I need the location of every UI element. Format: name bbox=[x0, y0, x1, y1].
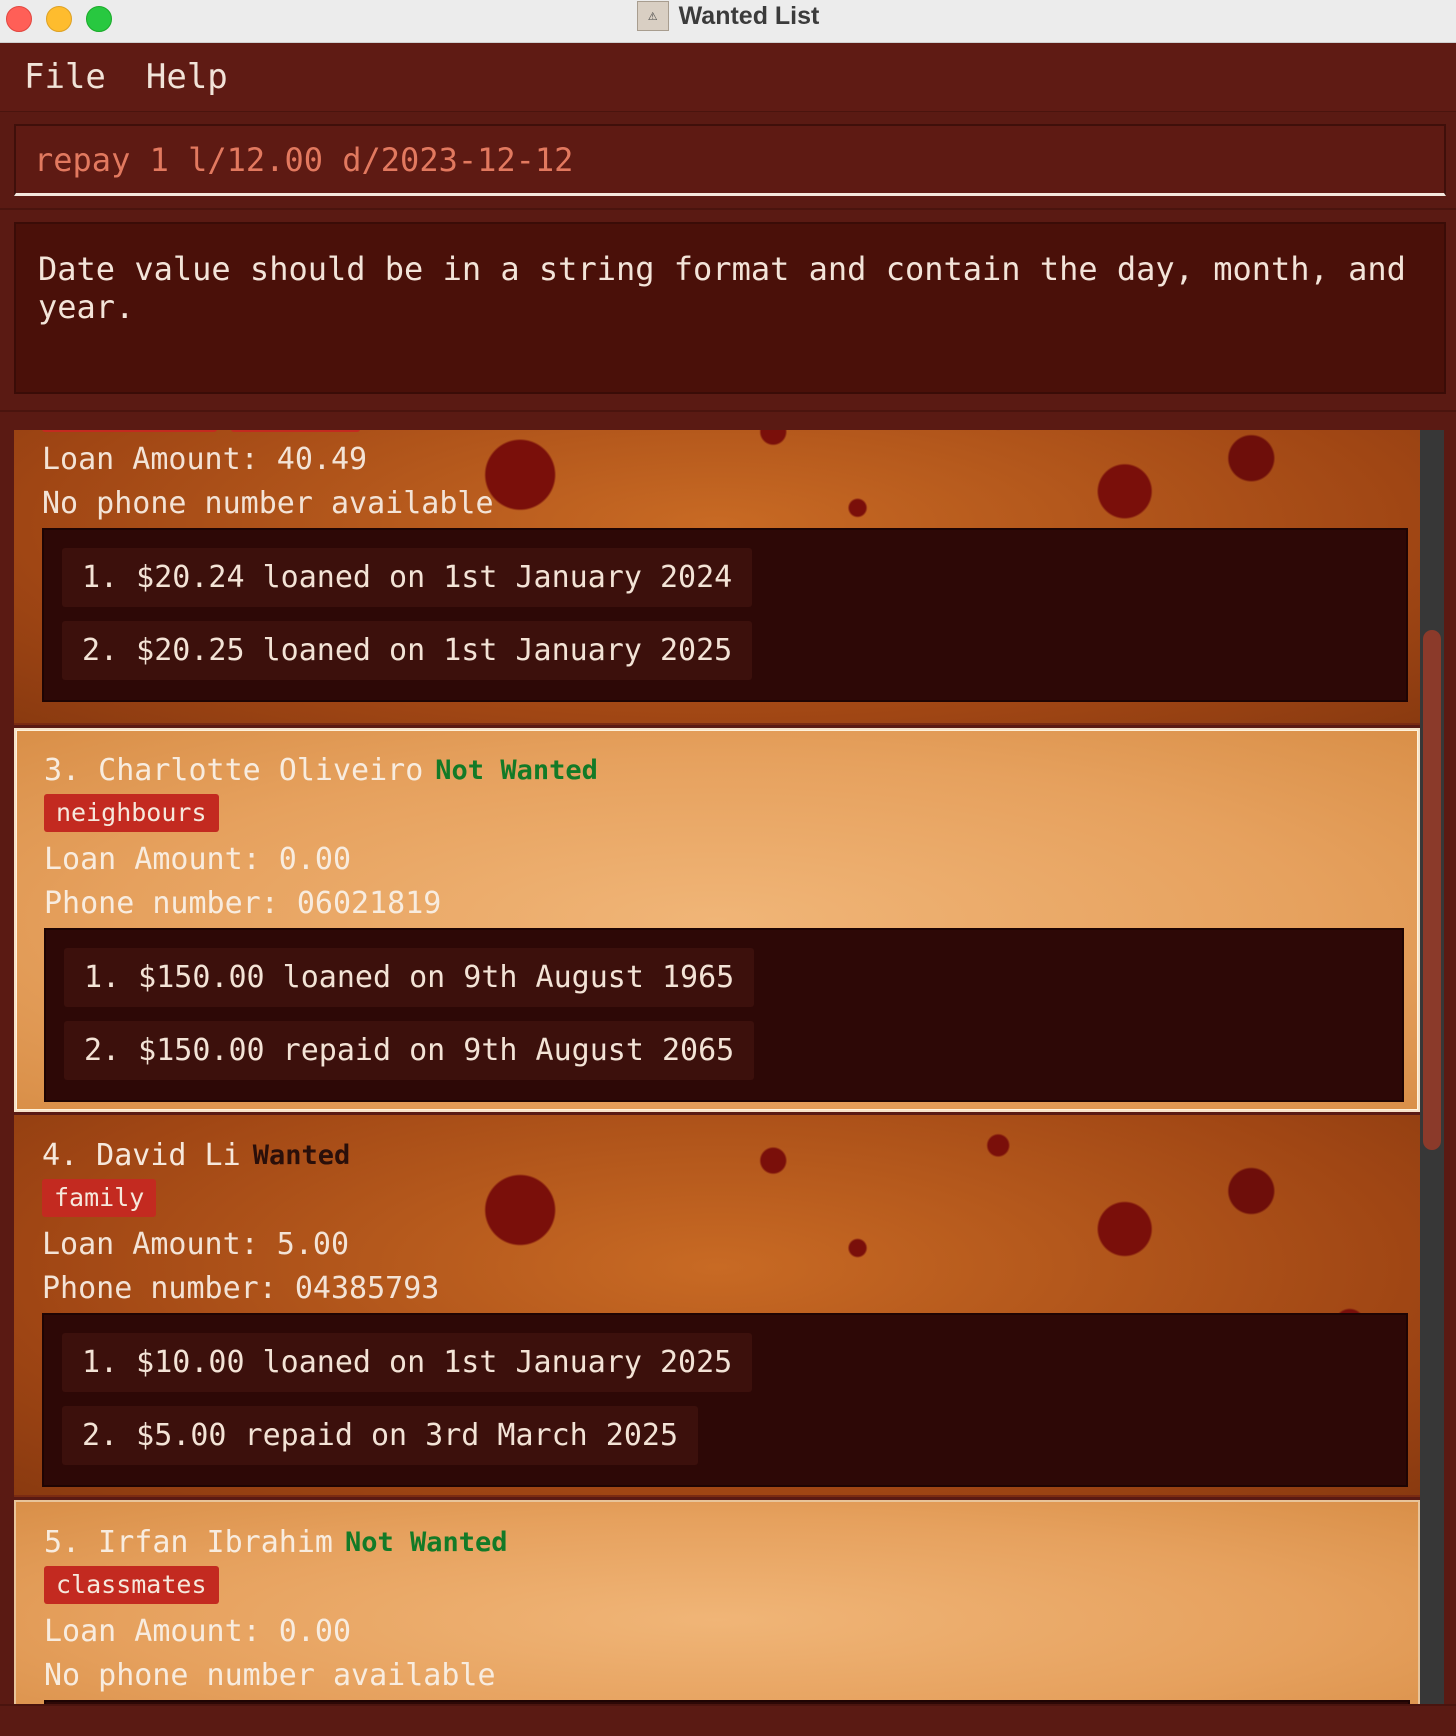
window-titlebar: ⚠ Wanted List bbox=[0, 0, 1456, 43]
phone-number: No phone number available bbox=[42, 486, 494, 521]
person-header: 3. Charlotte Oliveiro Not Wanted bbox=[44, 750, 1390, 790]
person-header: 4. David Li Wanted bbox=[42, 1135, 1392, 1175]
list-scrollbar[interactable] bbox=[1420, 430, 1444, 1704]
phone-number: Phone number: 04385793 bbox=[42, 1271, 440, 1306]
phone-number: Phone number: 06021819 bbox=[44, 886, 442, 921]
tag: classmates bbox=[44, 1566, 219, 1604]
menu-bar: File Help bbox=[0, 43, 1456, 113]
person-list-viewport[interactable]: colleagues friends Loan Amount: 40.49 No… bbox=[14, 430, 1420, 1704]
loan-history: 1. $10.00 loaned on 1st January 2025 2. … bbox=[42, 1313, 1408, 1487]
tag-list: colleagues friends bbox=[42, 430, 1392, 434]
status-badge: Wanted bbox=[252, 1139, 351, 1171]
loan-amount: Loan Amount: 0.00 bbox=[44, 1614, 352, 1649]
loan-entry: 1. $150.00 loaned on 9th August 1965 bbox=[64, 948, 755, 1007]
loan-entry: 2. $150.00 repaid on 9th August 2065 bbox=[64, 1021, 755, 1080]
person-card[interactable]: colleagues friends Loan Amount: 40.49 No… bbox=[14, 430, 1420, 725]
window-title-group: ⚠ Wanted List bbox=[0, 0, 1456, 32]
loan-amount: Loan Amount: 0.00 bbox=[44, 842, 352, 877]
person-card[interactable]: 5. Irfan Ibrahim Not Wanted classmates L… bbox=[14, 1500, 1420, 1704]
scrollbar-thumb[interactable] bbox=[1423, 630, 1441, 1150]
tag: friends bbox=[230, 430, 360, 432]
window-title: Wanted List bbox=[678, 1, 820, 30]
result-message: Date value should be in a string format … bbox=[14, 222, 1446, 394]
tag: family bbox=[42, 1179, 157, 1217]
person-card[interactable]: 4. David Li Wanted family Loan Amount: 5… bbox=[14, 1115, 1420, 1497]
person-name: 3. Charlotte Oliveiro bbox=[44, 752, 424, 788]
tag: colleagues bbox=[42, 430, 217, 432]
tag: neighbours bbox=[44, 794, 219, 832]
status-badge: Not Wanted bbox=[344, 1526, 508, 1558]
command-input[interactable]: repay 1 l/12.00 d/2023-12-12 bbox=[14, 124, 1446, 196]
person-list: colleagues friends Loan Amount: 40.49 No… bbox=[14, 430, 1420, 1704]
tag-list: family bbox=[42, 1179, 1392, 1219]
loan-entry: 2. $20.25 loaned on 1st January 2025 bbox=[62, 621, 753, 680]
tag-list: neighbours bbox=[44, 794, 1390, 834]
tag-list: classmates bbox=[44, 1566, 1390, 1606]
command-box: repay 1 l/12.00 d/2023-12-12 bbox=[0, 112, 1456, 210]
app-icon: ⚠ bbox=[636, 1, 669, 31]
status-badge: Not Wanted bbox=[435, 754, 598, 786]
loan-amount: Loan Amount: 5.00 bbox=[42, 1227, 350, 1262]
status-bar bbox=[0, 1704, 1456, 1736]
person-name: 5. Irfan Ibrahim bbox=[44, 1524, 333, 1560]
loan-amount: Loan Amount: 40.49 bbox=[42, 442, 368, 477]
loan-entry: 1. $20.24 loaned on 1st January 2024 bbox=[62, 548, 753, 607]
person-list-panel: colleagues friends Loan Amount: 40.49 No… bbox=[0, 412, 1456, 1704]
loan-entry: 2. $5.00 repaid on 3rd March 2025 bbox=[62, 1406, 699, 1465]
menu-file[interactable]: File bbox=[24, 57, 106, 97]
menu-help[interactable]: Help bbox=[146, 57, 228, 97]
person-name: 4. David Li bbox=[42, 1137, 241, 1173]
loan-history: 1. $150.00 loaned on 9th August 1965 2. … bbox=[44, 928, 1404, 1102]
loan-entry: 1. $10.00 loaned on 1st January 2025 bbox=[62, 1333, 753, 1392]
loan-history: 1. $20.24 loaned on 1st January 2024 2. … bbox=[42, 528, 1408, 702]
person-header: 5. Irfan Ibrahim Not Wanted bbox=[44, 1522, 1390, 1562]
person-card-selected[interactable]: 3. Charlotte Oliveiro Not Wanted neighbo… bbox=[14, 728, 1420, 1112]
phone-number: No phone number available bbox=[44, 1658, 496, 1693]
result-display: Date value should be in a string format … bbox=[0, 210, 1456, 413]
